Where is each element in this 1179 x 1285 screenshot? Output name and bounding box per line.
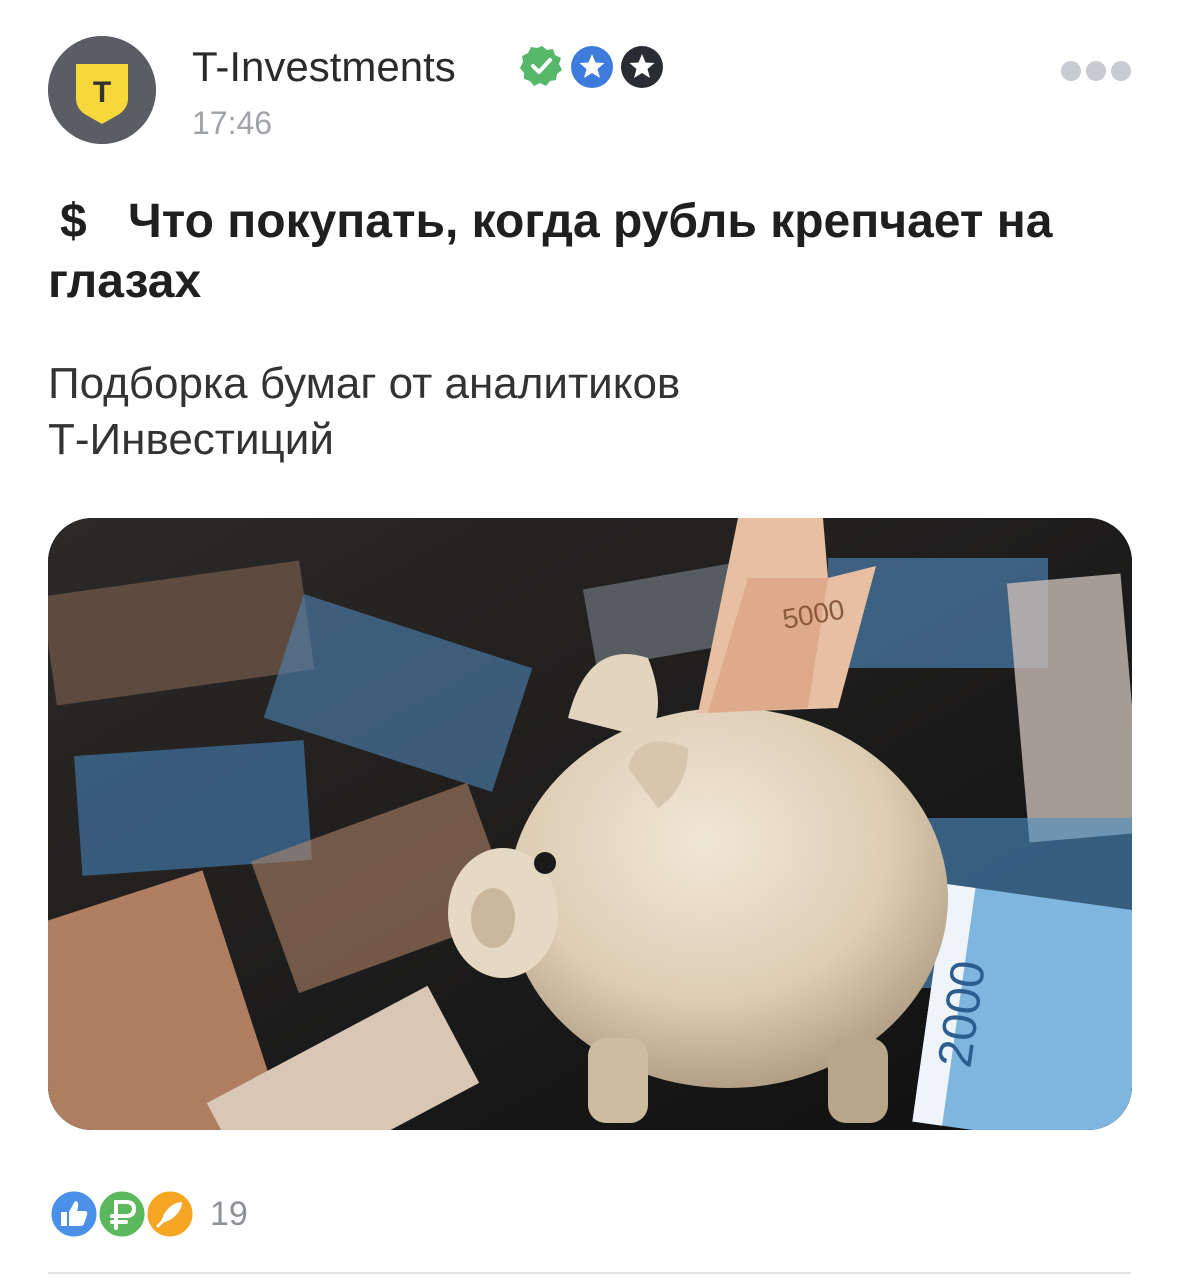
like-icon — [48, 1188, 100, 1240]
piggy-bank-photo: 2000 5000 — [48, 518, 1132, 1130]
author-name[interactable]: T-Investments — [192, 42, 456, 92]
ruble-icon — [96, 1188, 148, 1240]
t-bank-logo-icon: T — [48, 36, 156, 144]
dark-star-icon — [621, 46, 663, 88]
rocket-icon — [144, 1188, 196, 1240]
verified-icon — [520, 46, 562, 86]
reactions-button[interactable] — [46, 1188, 196, 1240]
blue-star-icon — [571, 46, 613, 88]
author-avatar[interactable]: T — [48, 36, 156, 144]
reactions-count: 19 — [210, 1195, 248, 1233]
post-time: 17:46 — [192, 105, 273, 141]
post-image[interactable]: 2000 5000 — [48, 518, 1132, 1130]
author-badges — [520, 44, 666, 90]
more-options-button[interactable] — [1060, 60, 1132, 82]
post-title: $ Что покупать, когда рубль крепчает на г… — [48, 192, 1138, 312]
post-title-text: Что покупать, когда рубль крепчает на гл… — [48, 195, 1053, 308]
avatar-letter: T — [93, 76, 111, 109]
post-divider — [48, 1272, 1131, 1274]
more-dots-icon — [1061, 61, 1131, 81]
post-subtitle: Подборка бумаг от аналитиков Т-Инвестици… — [48, 356, 1048, 468]
subtitle-line: Т-Инвестиций — [48, 415, 334, 464]
subtitle-line: Подборка бумаг от аналитиков — [48, 359, 681, 408]
dollar-icon: $ — [60, 195, 87, 248]
